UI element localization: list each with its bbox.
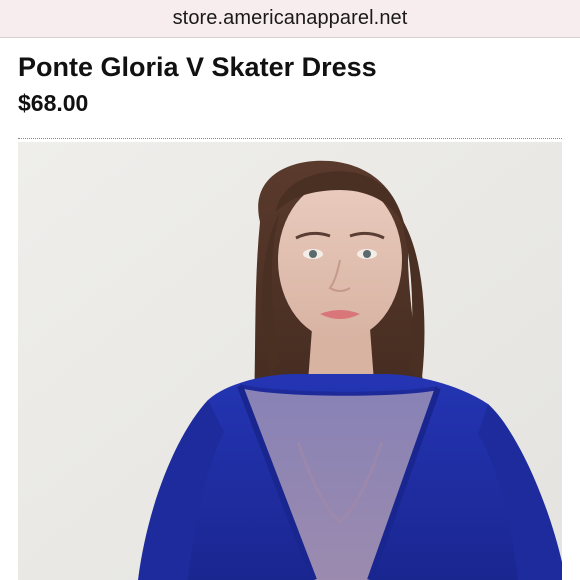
model-illustration [18, 142, 562, 580]
url-text[interactable]: store.americanapparel.net [173, 7, 408, 30]
product-title: Ponte Gloria V Skater Dress [18, 52, 377, 82]
product-price: $68.00 [18, 90, 89, 116]
dotted-divider [18, 138, 562, 139]
product-image[interactable] [18, 142, 562, 580]
address-bar[interactable]: store.americanapparel.net [0, 0, 580, 38]
